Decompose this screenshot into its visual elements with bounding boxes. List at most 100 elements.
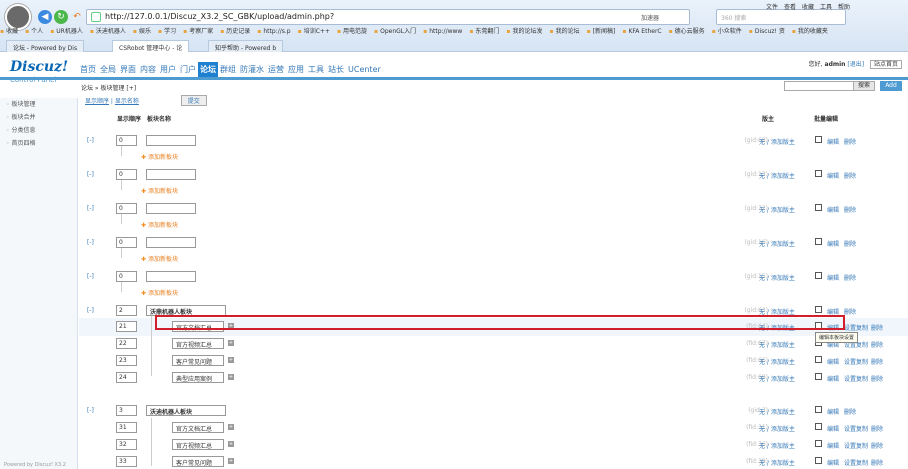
- moderator-link[interactable]: 无 / 添加版主: [759, 441, 795, 450]
- collapse-toggle[interactable]: [-]: [87, 171, 94, 178]
- order-input[interactable]: 32: [116, 439, 137, 450]
- delete-link[interactable]: 删除: [844, 407, 856, 416]
- batch-checkbox[interactable]: [815, 136, 822, 143]
- bookmark-item[interactable]: UR机器人: [50, 26, 83, 35]
- batch-checkbox[interactable]: [815, 306, 822, 313]
- add-child-icon[interactable]: +: [228, 441, 234, 447]
- bookmark-item[interactable]: 我的收藏夹: [792, 26, 828, 35]
- copy-settings-link[interactable]: 设置复制: [844, 458, 868, 467]
- forum-name-input[interactable]: 典型应用案例: [172, 372, 224, 383]
- tab-admin[interactable]: CSRobot 管理中心 - 论: [112, 40, 190, 52]
- edit-link[interactable]: 编辑: [827, 171, 839, 180]
- moderator-link[interactable]: 无 / 添加版主: [759, 239, 795, 248]
- add-moderator-link[interactable]: 添加版主: [771, 443, 795, 450]
- edit-link[interactable]: 编辑: [827, 407, 839, 416]
- order-input[interactable]: 22: [116, 338, 137, 349]
- bookmark-item[interactable]: OpenGL入门: [374, 26, 416, 35]
- delete-link[interactable]: 删除: [844, 171, 856, 180]
- moderator-link[interactable]: 无 / 添加版主: [759, 340, 795, 349]
- collapse-toggle[interactable]: [-]: [87, 239, 94, 246]
- bookmark-item[interactable]: 沃迪机器人: [90, 26, 126, 35]
- collapse-toggle[interactable]: [-]: [87, 273, 94, 280]
- moderator-link[interactable]: 无 / 添加版主: [759, 273, 795, 282]
- bookmark-item[interactable]: http://s.p: [257, 28, 290, 35]
- delete-link[interactable]: 删除: [844, 239, 856, 248]
- edit-link[interactable]: 编辑: [827, 357, 839, 366]
- copy-settings-link[interactable]: 设置复制: [844, 374, 868, 383]
- nav-item[interactable]: 全局: [98, 62, 118, 77]
- edit-link[interactable]: 编辑: [827, 239, 839, 248]
- add-moderator-link[interactable]: 添加版主: [771, 173, 795, 180]
- add-subforum-link[interactable]: 添加新板块: [141, 288, 178, 297]
- copy-settings-link[interactable]: 设置复制: [844, 424, 868, 433]
- bookmark-item[interactable]: 培训C++: [298, 26, 330, 35]
- bookmark-item[interactable]: 收藏: [0, 26, 18, 35]
- back-icon[interactable]: ◀: [38, 10, 52, 24]
- nav-item[interactable]: 界面: [118, 62, 138, 77]
- nav-item[interactable]: 运营: [266, 62, 286, 77]
- add-moderator-link[interactable]: 添加版主: [771, 426, 795, 433]
- forum-name-input[interactable]: 客户常见问题: [172, 355, 224, 366]
- bookmark-item[interactable]: 小众软件: [712, 26, 742, 35]
- bookmark-item[interactable]: 个人: [25, 26, 43, 35]
- bookmark-item[interactable]: 我的论坛发: [506, 26, 543, 35]
- admin-search-input[interactable]: [784, 81, 854, 91]
- delete-link[interactable]: 删除: [871, 340, 883, 349]
- delete-link[interactable]: 删除: [844, 205, 856, 214]
- delete-link[interactable]: 删除: [871, 458, 883, 467]
- forum-name-input[interactable]: [146, 203, 196, 214]
- bookmark-item[interactable]: 德心云服务: [669, 26, 705, 35]
- forum-name-input[interactable]: 沃迪机器人板块: [146, 405, 226, 416]
- collapse-toggle[interactable]: [-]: [87, 137, 94, 144]
- subtab-name[interactable]: 显示名称: [115, 98, 139, 105]
- nav-item[interactable]: 门户: [178, 62, 198, 77]
- collapse-toggle[interactable]: [-]: [87, 307, 94, 314]
- batch-checkbox[interactable]: [815, 423, 822, 430]
- add-moderator-link[interactable]: 添加版主: [771, 139, 795, 146]
- forum-name-input[interactable]: [146, 135, 196, 146]
- nav-item[interactable]: 首页: [78, 62, 98, 77]
- bookmark-item[interactable]: [新闻稿]: [587, 26, 616, 35]
- bookmark-item[interactable]: 历史记录: [220, 26, 250, 35]
- add-moderator-link[interactable]: 添加版主: [771, 460, 795, 467]
- batch-checkbox[interactable]: [815, 406, 822, 413]
- collapse-toggle[interactable]: [-]: [87, 205, 94, 212]
- bookmark-item[interactable]: KFA EtherC: [622, 28, 661, 35]
- nav-item[interactable]: 工具: [306, 62, 326, 77]
- submit-button[interactable]: 提交: [180, 95, 207, 106]
- copy-settings-link[interactable]: 设置复制: [844, 441, 868, 450]
- logout-link[interactable]: [退出]: [847, 61, 864, 68]
- browser-search-input[interactable]: 360 搜索: [716, 9, 846, 25]
- moderator-link[interactable]: 无 / 添加版主: [759, 458, 795, 467]
- batch-checkbox[interactable]: [815, 457, 822, 464]
- edit-link[interactable]: 编辑: [827, 441, 839, 450]
- forum-name-input[interactable]: 官方文档汇总: [172, 422, 224, 433]
- order-input[interactable]: 0: [116, 203, 137, 214]
- batch-checkbox[interactable]: [815, 373, 822, 380]
- order-input[interactable]: 23: [116, 355, 137, 366]
- add-moderator-link[interactable]: 添加版主: [771, 207, 795, 214]
- menu-view[interactable]: 查看: [784, 2, 796, 11]
- add-moderator-link[interactable]: 添加版主: [771, 275, 795, 282]
- delete-link[interactable]: 删除: [844, 137, 856, 146]
- order-input[interactable]: 0: [116, 237, 137, 248]
- add-child-icon[interactable]: +: [228, 458, 234, 464]
- menu-help[interactable]: 帮助: [838, 2, 850, 11]
- add-child-icon[interactable]: +: [228, 340, 234, 346]
- bookmark-item[interactable]: http://www: [423, 28, 462, 35]
- undo-icon[interactable]: ↶: [70, 10, 84, 24]
- delete-link[interactable]: 删除: [871, 357, 883, 366]
- bookmark-item[interactable]: 考察厂家: [183, 26, 213, 35]
- add-child-icon[interactable]: +: [228, 374, 234, 380]
- delete-link[interactable]: 删除: [871, 441, 883, 450]
- menu-favorites[interactable]: 收藏: [802, 2, 814, 11]
- menu-file[interactable]: 文件: [766, 2, 778, 11]
- tab-help[interactable]: 知乎帮助 - Powered b: [208, 40, 284, 52]
- order-input[interactable]: 0: [116, 271, 137, 282]
- moderator-link[interactable]: 无 / 添加版主: [759, 424, 795, 433]
- nav-item[interactable]: 站长: [326, 62, 346, 77]
- add-subforum-link[interactable]: 添加新板块: [141, 254, 178, 263]
- order-input[interactable]: 0: [116, 135, 137, 146]
- forum-name-input[interactable]: [146, 271, 196, 282]
- batch-checkbox[interactable]: [815, 272, 822, 279]
